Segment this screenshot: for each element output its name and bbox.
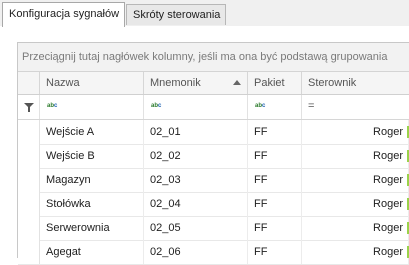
cell-mnemonik[interactable]: 02_04	[144, 192, 248, 216]
cell-nazwa[interactable]: Wejście A	[40, 120, 144, 144]
row-indicator[interactable]	[18, 168, 40, 192]
signals-grid: Przeciągnij tutaj nagłówek kolumny, jeśl…	[17, 42, 409, 265]
filter-row-indicator	[18, 95, 40, 119]
filter-cell-nazwa[interactable]: abc	[40, 95, 144, 119]
cell-nazwa[interactable]: Serwerownia	[40, 216, 144, 240]
filter-funnel-icon	[24, 103, 34, 112]
cell-sterownik[interactable]: Roger	[302, 168, 409, 192]
text-filter-abc-icon: abc	[151, 103, 162, 109]
row-indicator[interactable]	[18, 144, 40, 168]
auto-filter-row: abc abc abc =	[18, 95, 409, 120]
cell-pakiet[interactable]: FF	[248, 120, 302, 144]
cell-pakiet[interactable]: FF	[248, 168, 302, 192]
sort-ascending-icon	[233, 80, 241, 85]
column-header-sterownik[interactable]: Sterownik	[302, 72, 409, 94]
cell-mnemonik[interactable]: 02_05	[144, 216, 248, 240]
group-by-hint: Przeciągnij tutaj nagłówek kolumny, jeśl…	[22, 51, 388, 63]
cell-sterownik[interactable]: Roger	[302, 192, 409, 216]
equals-operator-icon: =	[308, 100, 315, 112]
text-filter-abc-icon: abc	[255, 103, 266, 109]
column-label: Nazwa	[46, 77, 80, 89]
tab-strip: Konfiguracja sygnałów Skróty sterowania	[0, 0, 409, 27]
column-label: Pakiet	[254, 77, 285, 89]
table-row[interactable]: Agegat 02_06 FF Roger	[18, 240, 409, 265]
group-by-panel[interactable]: Przeciągnij tutaj nagłówek kolumny, jeśl…	[18, 43, 409, 72]
text-filter-abc-icon: abc	[47, 103, 58, 109]
cell-mnemonik[interactable]: 02_02	[144, 144, 248, 168]
tab-konfiguracja-sygnalow[interactable]: Konfiguracja sygnałów	[2, 2, 125, 27]
cell-mnemonik[interactable]: 02_01	[144, 120, 248, 144]
cell-sterownik[interactable]: Roger	[302, 120, 409, 144]
row-indicator[interactable]	[18, 216, 40, 240]
row-indicator[interactable]	[18, 240, 40, 264]
filter-cell-mnemonik[interactable]: abc	[144, 95, 248, 119]
filter-cell-pakiet[interactable]: abc	[248, 95, 302, 119]
column-header-mnemonik[interactable]: Mnemonik	[144, 72, 248, 94]
cell-sterownik[interactable]: Roger	[302, 216, 409, 240]
column-header-row: Nazwa Mnemonik Pakiet Sterownik	[18, 72, 409, 95]
table-row[interactable]: Wejście A 02_01 FF Roger	[18, 120, 409, 145]
cell-pakiet[interactable]: FF	[248, 192, 302, 216]
column-header-pakiet[interactable]: Pakiet	[248, 72, 302, 94]
header-indicator-cell	[18, 72, 40, 94]
cell-pakiet[interactable]: FF	[248, 240, 302, 264]
table-row[interactable]: Serwerownia 02_05 FF Roger	[18, 216, 409, 241]
column-label: Sterownik	[308, 77, 357, 89]
cell-sterownik[interactable]: Roger	[302, 144, 409, 168]
tab-skroty-sterowania[interactable]: Skróty sterowania	[126, 4, 226, 25]
table-row[interactable]: Wejście B 02_02 FF Roger	[18, 144, 409, 169]
table-row[interactable]: Stołówka 02_04 FF Roger	[18, 192, 409, 217]
cell-sterownik[interactable]: Roger	[302, 240, 409, 264]
cell-nazwa[interactable]: Agegat	[40, 240, 144, 264]
cell-mnemonik[interactable]: 02_06	[144, 240, 248, 264]
cell-pakiet[interactable]: FF	[248, 144, 302, 168]
tab-panel: Przeciągnij tutaj nagłówek kolumny, jeśl…	[0, 26, 409, 265]
column-label: Mnemonik	[150, 77, 201, 89]
cell-nazwa[interactable]: Wejście B	[40, 144, 144, 168]
table-row[interactable]: Magazyn 02_03 FF Roger	[18, 168, 409, 193]
cell-nazwa[interactable]: Stołówka	[40, 192, 144, 216]
row-indicator[interactable]	[18, 192, 40, 216]
cell-nazwa[interactable]: Magazyn	[40, 168, 144, 192]
cell-mnemonik[interactable]: 02_03	[144, 168, 248, 192]
column-header-nazwa[interactable]: Nazwa	[40, 72, 144, 94]
filter-cell-sterownik[interactable]: =	[302, 95, 409, 119]
row-indicator[interactable]	[18, 120, 40, 144]
cell-pakiet[interactable]: FF	[248, 216, 302, 240]
